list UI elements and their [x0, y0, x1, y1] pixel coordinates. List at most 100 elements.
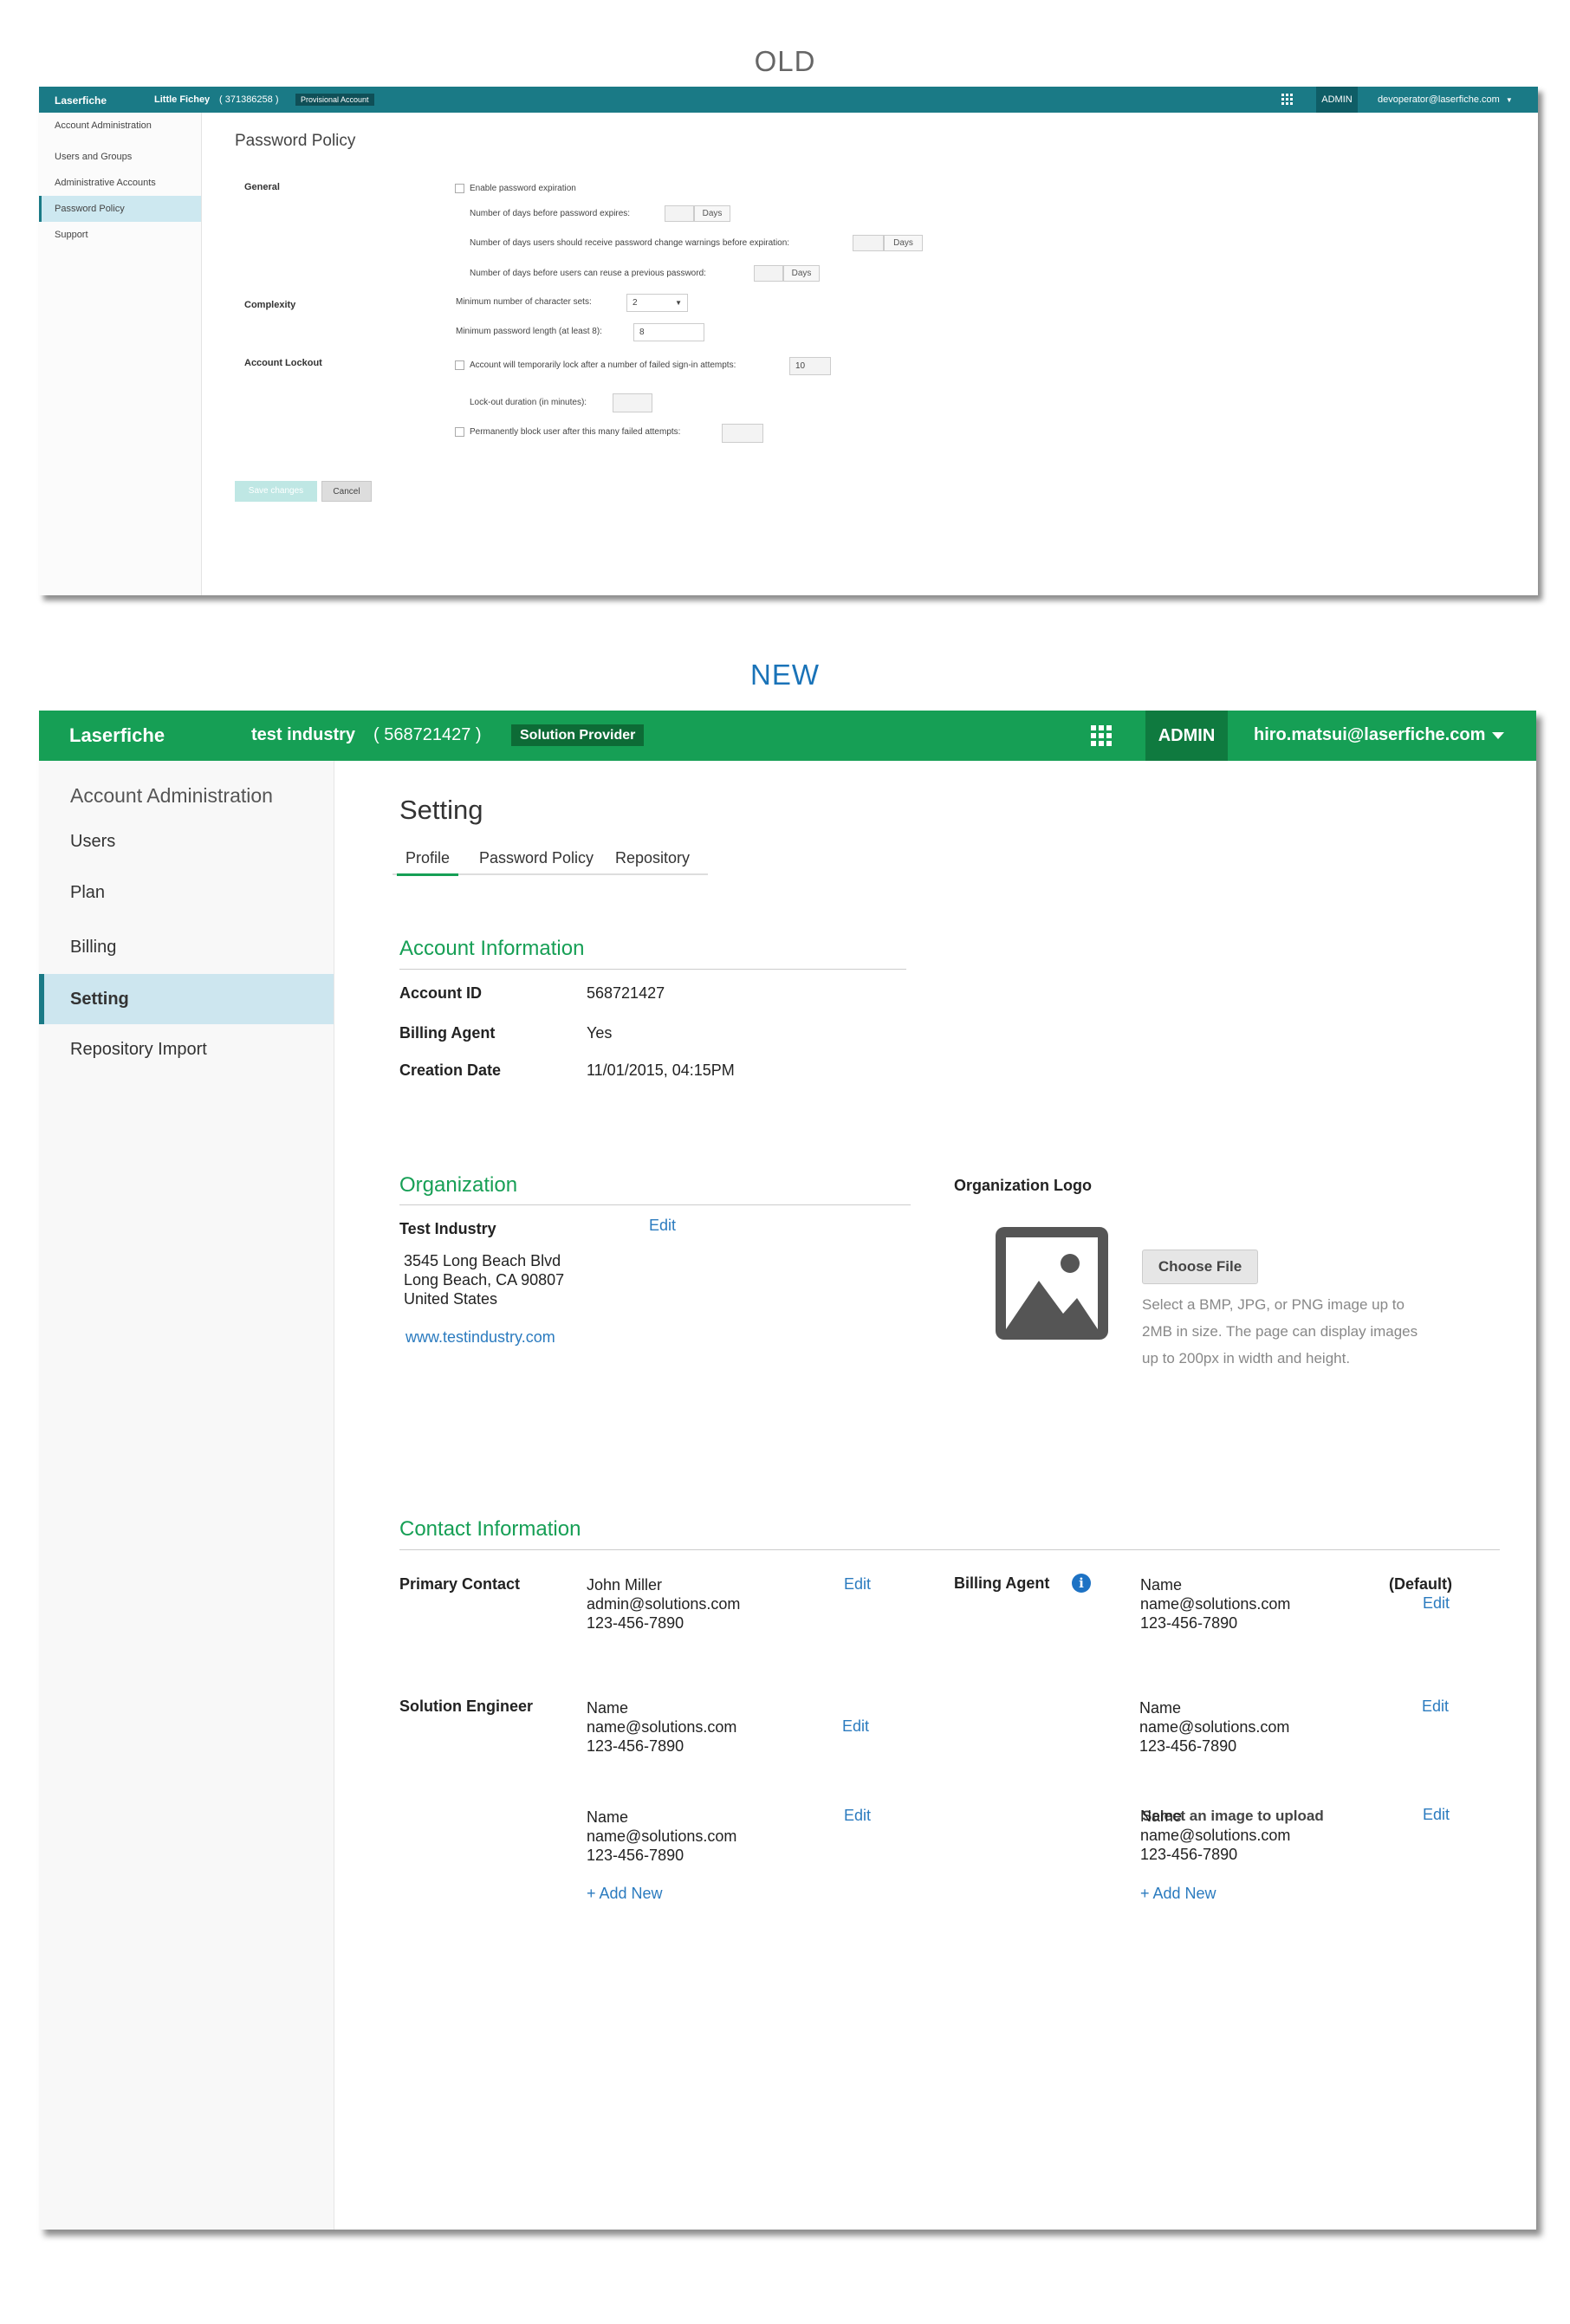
new-top-bar: Laserfiche test industry ( 568721427 ) S… [39, 711, 1536, 761]
new-user-menu[interactable]: hiro.matsui@laserfiche.com [1254, 725, 1505, 745]
new-admin-button[interactable]: ADMIN [1145, 711, 1228, 761]
old-length-value: 8 [639, 328, 645, 337]
new-user-email: hiro.matsui@laserfiche.com [1254, 725, 1486, 744]
old-cancel-button[interactable]: Cancel [321, 481, 372, 502]
old-account-name: Little Fichey [154, 94, 211, 105]
new-caption: NEW [750, 659, 820, 691]
new-account-id: ( 568721427 ) [373, 725, 482, 744]
billing-agent-1-email: name@solutions.com [1140, 1595, 1291, 1613]
organization-website-link[interactable]: www.testindustry.com [405, 1328, 555, 1347]
old-temp-lock-row: Account will temporarily lock after a nu… [455, 360, 736, 370]
old-warning-days-input[interactable] [853, 235, 884, 251]
old-length-input[interactable]: 8 [633, 323, 704, 341]
old-enable-expiration-checkbox[interactable] [455, 184, 464, 193]
old-perm-block-row: Permanently block user after this many f… [455, 427, 680, 437]
billing-agent-1-edit-link[interactable]: Edit [1423, 1594, 1450, 1613]
sidebar-item-plan[interactable]: Plan [39, 867, 334, 918]
sidebar-item-billing[interactable]: Billing [39, 922, 334, 972]
old-sidebar-item-password-policy[interactable]: Password Policy [39, 196, 201, 222]
address-line-1: 3545 Long Beach Blvd [404, 1252, 561, 1269]
primary-contact-edit-link[interactable]: Edit [844, 1575, 871, 1594]
old-sidebar-heading[interactable]: Account Administration [39, 113, 201, 139]
solution-engineer-label: Solution Engineer [399, 1698, 534, 1715]
new-logo[interactable]: Laserfiche [69, 724, 165, 747]
add-solution-engineer-link[interactable]: + Add New [587, 1885, 663, 1903]
old-expire-days-label: Number of days before password expires: [470, 209, 631, 218]
old-user-menu[interactable]: devoperator@laserfiche.com ▼ [1378, 94, 1513, 105]
add-billing-agent-link[interactable]: + Add New [1140, 1885, 1216, 1903]
old-expire-days-input[interactable] [665, 205, 694, 222]
old-page-title: Password Policy [235, 132, 356, 150]
caret-down-icon [1492, 731, 1505, 739]
chevron-down-icon: ▼ [1505, 96, 1513, 104]
old-sidebar-item-users-and-groups[interactable]: Users and Groups [39, 144, 201, 170]
billing-agent-2-edit-link[interactable]: Edit [1422, 1698, 1449, 1716]
tab-repository[interactable]: Repository [615, 849, 690, 867]
old-reuse-days-input[interactable] [754, 265, 783, 282]
solution-engineer-1-email: name@solutions.com [587, 1718, 737, 1736]
solution-engineer-card-2: Name name@solutions.com 123-456-7890 [587, 1808, 736, 1865]
organization-edit-link[interactable]: Edit [649, 1217, 676, 1235]
old-lockout-duration-label: Lock-out duration (in minutes): [470, 398, 587, 407]
primary-contact-label: Primary Contact [399, 1575, 521, 1593]
tab-password-policy[interactable]: Password Policy [479, 849, 594, 867]
old-perm-block-input[interactable] [722, 424, 763, 443]
sidebar-item-repository-import[interactable]: Repository Import [39, 1024, 334, 1074]
billing-agent-card-3: Name name@solutions.com 123-456-7890 [1140, 1807, 1290, 1864]
billing-agent-3-phone: 123-456-7890 [1140, 1846, 1238, 1863]
solution-engineer-2-email: name@solutions.com [587, 1827, 737, 1845]
sidebar-item-users[interactable]: Users [39, 816, 334, 867]
billing-agent-1-name: Name [1140, 1576, 1183, 1594]
old-charsets-value: 2 [633, 298, 638, 308]
billing-agent-default-badge: (Default) [1389, 1575, 1452, 1593]
old-temp-lock-checkbox[interactable] [455, 360, 464, 370]
old-sidebar: Account Administration Users and Groups … [39, 113, 202, 595]
billing-agent-2-phone: 123-456-7890 [1139, 1737, 1237, 1755]
old-lockout-duration-input[interactable] [613, 393, 652, 412]
info-icon[interactable]: i [1072, 1574, 1091, 1593]
solution-engineer-1-name: Name [587, 1699, 629, 1717]
primary-contact-name: John Miller [587, 1576, 663, 1594]
old-temp-lock-input[interactable]: 10 [789, 357, 831, 375]
billing-agent-3-name: Name [1140, 1808, 1183, 1825]
old-reuse-days-unit: Days [783, 265, 820, 282]
new-sidebar-heading[interactable]: Account Administration [70, 784, 273, 808]
solution-engineer-1-phone: 123-456-7890 [587, 1737, 684, 1755]
old-expire-days-unit: Days [694, 205, 730, 222]
old-perm-block-label: Permanently block user after this many f… [470, 427, 681, 438]
old-admin-button[interactable]: ADMIN [1316, 87, 1358, 113]
old-window: Laserfiche Little Fichey ( 371386258 ) P… [39, 87, 1538, 595]
old-temp-lock-value: 10 [795, 361, 806, 371]
solution-engineer-2-name: Name [587, 1808, 629, 1826]
organization-heading: Organization [399, 1173, 518, 1197]
address-line-3: United States [404, 1290, 498, 1308]
old-sidebar-item-administrative-accounts[interactable]: Administrative Accounts [39, 170, 201, 196]
new-window: Laserfiche test industry ( 568721427 ) S… [39, 711, 1536, 2230]
account-information-heading: Account Information [399, 937, 585, 960]
old-charsets-select[interactable]: 2 ▼ [626, 294, 688, 312]
tab-profile[interactable]: Profile [396, 849, 459, 876]
old-perm-block-checkbox[interactable] [455, 427, 464, 437]
solution-engineer-2-phone: 123-456-7890 [587, 1847, 684, 1864]
organization-name: Test Industry [399, 1220, 496, 1237]
old-sidebar-item-support[interactable]: Support [39, 222, 201, 248]
billing-agent-3-edit-link[interactable]: Edit [1423, 1806, 1450, 1824]
apps-grid-icon[interactable] [1281, 94, 1294, 106]
sidebar-item-setting[interactable]: Setting [39, 974, 334, 1024]
old-logo[interactable]: Laserfiche [55, 94, 107, 107]
old-caption: OLD [754, 45, 816, 77]
old-enable-expiration-row: Enable password expiration [455, 184, 576, 193]
creation-date-label: Creation Date [399, 1061, 502, 1079]
old-warning-days-unit: Days [884, 235, 923, 251]
primary-contact-email: admin@solutions.com [587, 1595, 741, 1613]
old-save-button[interactable]: Save changes [235, 481, 317, 502]
old-temp-lock-label: Account will temporarily lock after a nu… [470, 360, 736, 371]
solution-engineer-2-edit-link[interactable]: Edit [844, 1807, 871, 1825]
new-account-name: test industry [251, 725, 356, 744]
apps-grid-icon[interactable] [1091, 725, 1112, 746]
settings-tabs: Profile Password Policy Repository [392, 849, 708, 876]
solution-engineer-1-edit-link[interactable]: Edit [842, 1717, 869, 1736]
choose-file-button[interactable]: Choose File [1142, 1250, 1258, 1284]
organization-logo-heading: Organization Logo [954, 1177, 1092, 1194]
billing-agent-contact-label: Billing Agent [954, 1574, 1050, 1592]
